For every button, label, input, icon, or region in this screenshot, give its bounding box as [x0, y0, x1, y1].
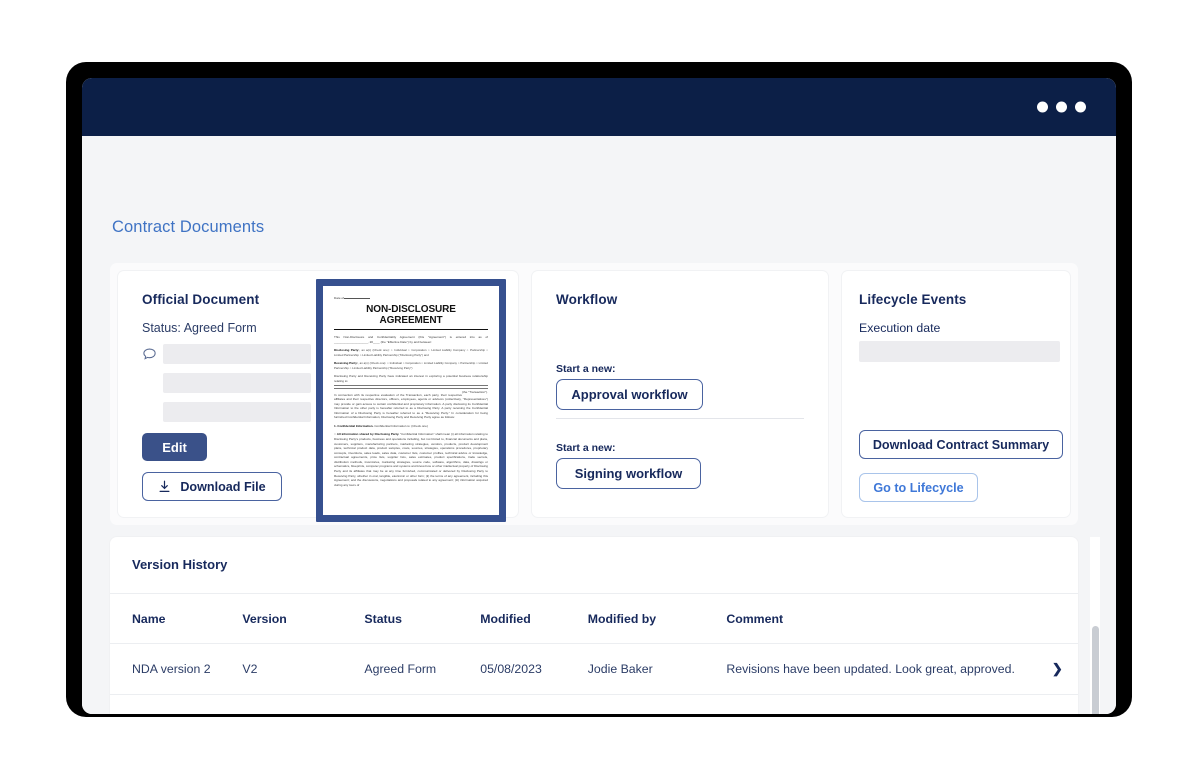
- cards-panel: Official Document Status: Agreed Form Ed…: [110, 263, 1078, 525]
- cell-comment: Clause 3.5 needs to be removed. This cla…: [726, 694, 1036, 714]
- start-new-label-approval: Start a new:: [556, 363, 616, 375]
- nda-section-1: 1. Confidential Information. Confidentia…: [334, 424, 488, 429]
- cell-version: V1: [242, 694, 364, 714]
- nda-date-label: Date of: [334, 296, 344, 300]
- placeholder-field-1[interactable]: [163, 344, 311, 364]
- cell-version: V2: [242, 644, 364, 695]
- column-header-actions: [1037, 594, 1078, 644]
- nda-receiving-label: Receiving Party:: [334, 361, 358, 365]
- nda-disclosing-party: Disclosing Party:, an a(n) (Check one): …: [334, 348, 488, 357]
- approval-workflow-button[interactable]: Approval workflow: [556, 379, 703, 410]
- nda-disclosing-label: Disclosing Party:: [334, 348, 359, 352]
- nda-bullet: ○ All information shared by Disclosing P…: [334, 432, 488, 487]
- cell-modified: 05/08/2023: [480, 644, 588, 695]
- workflow-card: Workflow Start a new: Approval workflow …: [532, 271, 828, 517]
- dot-icon-1: [1037, 102, 1048, 113]
- cell-status: Agreed Form: [364, 644, 480, 695]
- edit-button[interactable]: Edit: [142, 433, 207, 461]
- window-menu-dots[interactable]: [1037, 102, 1086, 113]
- chevron-right-icon[interactable]: ❯: [1052, 660, 1063, 678]
- table-header-row: Name Version Status Modified Modified by…: [110, 594, 1078, 644]
- page-body: Contract Documents Official Document Sta…: [82, 136, 1116, 714]
- column-header-name[interactable]: Name: [110, 594, 242, 644]
- page-title[interactable]: Contract Documents: [112, 218, 264, 237]
- nda-date-line: Date of: [334, 296, 488, 300]
- app-header: [82, 78, 1116, 136]
- official-document-card: Official Document Status: Agreed Form Ed…: [118, 271, 518, 517]
- cell-name: NDA Version 1: [110, 694, 242, 714]
- version-history-table: Name Version Status Modified Modified by…: [110, 594, 1078, 714]
- nda-bullet-label: All information shared by Disclosing Par…: [337, 432, 399, 436]
- column-header-status[interactable]: Status: [364, 594, 480, 644]
- app-window: Contract Documents Official Document Sta…: [82, 78, 1116, 714]
- dot-icon-2: [1056, 102, 1067, 113]
- cell-modified-by: Anne Post: [588, 694, 727, 714]
- nda-receiving-party: Receiving Party:, an a(n) (Check one): ○…: [334, 361, 488, 370]
- official-document-title: Official Document: [142, 292, 259, 307]
- lifecycle-title: Lifecycle Events: [859, 292, 966, 307]
- document-status: Status: Agreed Form: [142, 321, 257, 335]
- column-header-comment[interactable]: Comment: [726, 594, 1036, 644]
- nda-transaction-tail: (the "Transaction").: [462, 390, 488, 395]
- version-history-title: Version History: [110, 537, 1078, 572]
- download-contract-summary-button[interactable]: Download Contract Summary: [859, 430, 1063, 459]
- column-header-modified-by[interactable]: Modified by: [588, 594, 727, 644]
- cell-status: Negotiation: [364, 694, 480, 714]
- cell-modified: 05/08/2023: [480, 694, 588, 714]
- go-to-lifecycle-button[interactable]: Go to Lifecycle: [859, 473, 978, 502]
- workflow-divider: [556, 418, 804, 419]
- document-preview-thumbnail[interactable]: Date of NON-DISCLOSURE AGREEMENT This No…: [316, 279, 506, 522]
- placeholder-field-2[interactable]: [163, 373, 311, 393]
- placeholder-field-3[interactable]: [163, 402, 311, 422]
- workflow-title: Workflow: [556, 292, 617, 307]
- nda-connection: In connection with its respective evalua…: [334, 393, 488, 420]
- dot-icon-3: [1075, 102, 1086, 113]
- download-file-button[interactable]: Download File: [142, 472, 282, 501]
- nda-page: Date of NON-DISCLOSURE AGREEMENT This No…: [323, 286, 499, 515]
- nda-heading: NON-DISCLOSURE AGREEMENT: [334, 304, 488, 330]
- column-header-modified[interactable]: Modified: [480, 594, 588, 644]
- execution-date-input[interactable]: [859, 341, 1060, 362]
- nda-relationship-text: Disclosing Party and Receiving Party hav…: [334, 374, 488, 383]
- cell-comment: Revisions have been updated. Look great,…: [726, 644, 1036, 695]
- start-new-label-signing: Start a new:: [556, 442, 616, 454]
- table-row[interactable]: NDA version 2 V2 Agreed Form 05/08/2023 …: [110, 644, 1078, 695]
- version-history-panel: Version History Name Version Status Modi…: [110, 537, 1078, 714]
- nda-section-1-text: Confidential Information is: (Check one): [374, 424, 428, 428]
- download-file-label: Download File: [180, 480, 265, 494]
- table-row[interactable]: NDA Version 1 V1 Negotiation 05/08/2023 …: [110, 694, 1078, 714]
- nda-section-1-label: 1. Confidential Information.: [334, 424, 373, 428]
- nda-bullet-text: "Confidential Information" shall mean (i…: [334, 432, 488, 486]
- lifecycle-events-card: Lifecycle Events Execution date Download…: [842, 271, 1070, 517]
- cell-name: NDA version 2: [110, 644, 242, 695]
- speech-bubble-icon: [142, 347, 157, 362]
- cell-modified-by: Jodie Baker: [588, 644, 727, 695]
- execution-date-label: Execution date: [859, 321, 940, 335]
- nda-receiving-text: , an a(n) (Check one): ○ Individual ○ Co…: [334, 361, 488, 370]
- signing-workflow-button[interactable]: Signing workflow: [556, 458, 701, 489]
- nda-relationship: Disclosing Party and Receiving Party hav…: [334, 374, 488, 388]
- scrollbar-thumb[interactable]: [1092, 626, 1099, 714]
- nda-intro: This Non-Disclosure and Confidentiality …: [334, 335, 488, 344]
- document-field-placeholders: [163, 344, 311, 431]
- column-header-version[interactable]: Version: [242, 594, 364, 644]
- download-icon: [158, 480, 171, 493]
